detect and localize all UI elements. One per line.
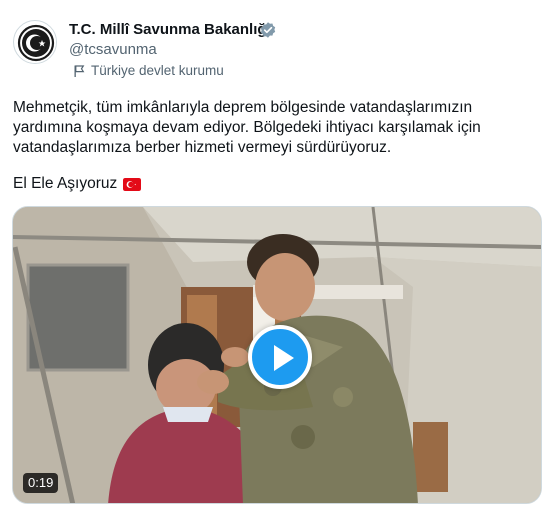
author-name[interactable]: T.C. Millî Savunma Bakanlığı [69, 21, 271, 38]
play-button[interactable] [248, 325, 312, 389]
tagline-text: El Ele Aşıyoruz [13, 175, 118, 192]
verified-badge-icon[interactable] [259, 21, 277, 39]
affiliation-text: Türkiye devlet kurumu [91, 63, 224, 78]
tweet-text: Mehmetçik, tüm imkânlarıyla deprem bölge… [13, 99, 481, 156]
affiliation-label: Türkiye devlet kurumu [72, 63, 224, 78]
turkey-flag-icon [123, 177, 142, 191]
flag-icon [74, 64, 85, 77]
ministry-emblem-icon [15, 22, 56, 63]
author-avatar[interactable] [13, 20, 57, 64]
author-handle[interactable]: @tcsavunma [69, 41, 157, 58]
video-duration: 0:19 [23, 473, 59, 493]
video-player[interactable]: 0:19 [12, 206, 542, 504]
play-icon [274, 345, 294, 371]
tweet-tagline: El Ele Aşıyoruz [13, 175, 142, 193]
